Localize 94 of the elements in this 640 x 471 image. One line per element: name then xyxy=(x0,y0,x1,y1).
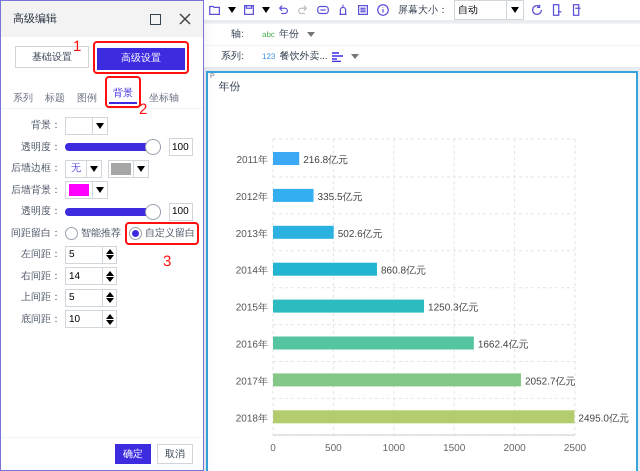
mode-button[interactable]: 高级设置 xyxy=(97,48,185,70)
cancel-button[interactable]: 取消 xyxy=(157,444,193,464)
bar xyxy=(273,226,334,239)
document-icon[interactable] xyxy=(356,3,370,17)
field-label: 透明度： xyxy=(20,140,61,155)
dropdown-value: 无 xyxy=(70,162,82,176)
axis-tick-label: 0 xyxy=(270,443,276,454)
value-label: 1662.4亿元 xyxy=(478,340,528,350)
axis-tick-label: 2500 xyxy=(564,443,586,454)
value-label: 2495.0亿元 xyxy=(578,413,629,424)
radio-option[interactable]: 智能推荐 xyxy=(65,226,121,241)
maximize-icon[interactable] xyxy=(150,14,161,24)
close-icon[interactable] xyxy=(179,13,191,25)
spin-arrows-icon[interactable] xyxy=(102,268,116,284)
slider-thumb[interactable] xyxy=(145,139,161,156)
data-type-tag: 123 xyxy=(262,50,276,62)
spin-arrows-icon[interactable] xyxy=(102,246,116,263)
field-label: 间距留白： xyxy=(10,226,61,241)
spin-arrows-icon[interactable] xyxy=(102,311,116,328)
refresh-icon[interactable] xyxy=(530,3,544,17)
category-label: 2014年 xyxy=(236,266,268,277)
field-label: 后墙边框： xyxy=(10,162,61,176)
caret-icon xyxy=(96,122,104,129)
value-label: 2052.7亿元 xyxy=(524,376,576,388)
caret-icon xyxy=(262,7,270,13)
number-spinner[interactable]: 5 xyxy=(65,288,117,307)
axis-tick-label: 1500 xyxy=(443,443,466,454)
screen-size-label: 屏幕大小： xyxy=(398,4,448,18)
value-label: 860.8亿元 xyxy=(380,266,426,277)
slider-thumb[interactable] xyxy=(145,204,161,220)
link-icon[interactable] xyxy=(316,3,330,17)
tab[interactable]: 标题 xyxy=(41,88,69,108)
caret-icon xyxy=(306,32,315,37)
tab[interactable]: 系列 xyxy=(9,88,37,108)
value-label: 1250.3亿元 xyxy=(428,302,479,314)
undo-icon[interactable] xyxy=(276,3,290,17)
category-label: 2011年 xyxy=(236,155,268,166)
color-picker[interactable] xyxy=(65,116,108,135)
value-label: 335.5亿元 xyxy=(318,192,363,203)
category-label: 2012年 xyxy=(236,192,268,203)
confirm-button[interactable]: 确定 xyxy=(115,444,151,464)
value-label: 216.8亿元 xyxy=(303,155,348,166)
axis-tick-label: 1000 xyxy=(382,443,405,454)
folder-add-icon[interactable] xyxy=(208,3,222,17)
value-label: 502.6亿元 xyxy=(338,228,383,240)
category-label: 2016年 xyxy=(236,340,268,350)
field-chip[interactable]: 123 餐饮外卖... xyxy=(262,49,359,64)
caret-icon xyxy=(511,7,519,13)
caret-icon xyxy=(90,166,98,172)
color-picker[interactable] xyxy=(65,181,108,200)
number-spinner[interactable]: 14 xyxy=(65,267,117,286)
field-label: 系列: xyxy=(220,50,244,64)
caret-icon xyxy=(96,187,104,194)
tab[interactable]: 图例 xyxy=(73,88,101,108)
border-style-dropdown[interactable]: 无 xyxy=(65,160,102,178)
data-type-tag: abc xyxy=(262,28,275,40)
field-label: 左间距： xyxy=(20,248,61,262)
number-spinner[interactable]: 5 xyxy=(65,246,117,264)
field-label: 轴: xyxy=(230,28,244,42)
field-label: 透明度： xyxy=(20,204,61,220)
save-icon[interactable] xyxy=(242,3,256,17)
category-label: 2017年 xyxy=(236,376,268,388)
screen-size-dropdown[interactable]: 自动 xyxy=(454,0,524,20)
info-icon[interactable] xyxy=(376,3,390,17)
tab[interactable]: 背景 xyxy=(109,84,137,104)
axis-tick-label: 500 xyxy=(325,443,342,454)
category-label: 2015年 xyxy=(236,302,268,314)
category-label: 2013年 xyxy=(236,228,268,240)
color-picker[interactable] xyxy=(108,160,149,178)
spin-arrows-icon[interactable] xyxy=(102,290,116,306)
field-label: 上间距： xyxy=(20,290,61,306)
opacity-field[interactable]: 100 xyxy=(169,202,193,221)
callout-number: 3 xyxy=(163,254,172,269)
caret-icon xyxy=(350,54,359,59)
category-label: 2018年 xyxy=(236,413,268,424)
radio-option[interactable]: 自定义留白 xyxy=(129,226,195,241)
field-label: 背景： xyxy=(30,118,61,134)
bar-chart-icon xyxy=(332,52,343,62)
field-chip[interactable]: abc 年份 xyxy=(262,27,315,42)
export-icon[interactable] xyxy=(550,3,564,17)
callout-number: 2 xyxy=(139,102,148,116)
caret-icon xyxy=(228,7,236,13)
field-label: 底间距： xyxy=(20,312,61,327)
field-label: 后墙背景： xyxy=(10,184,61,198)
chart-title: 年份 xyxy=(218,80,241,95)
bar xyxy=(273,152,300,165)
caret-icon xyxy=(137,166,145,172)
opacity-field[interactable]: 100 xyxy=(169,138,193,156)
bar xyxy=(273,188,314,202)
field-label: 右间距： xyxy=(20,270,61,284)
number-spinner[interactable]: 10 xyxy=(65,310,117,328)
dialog-title: 高级编辑 xyxy=(13,12,58,27)
tab[interactable]: 坐标轴 xyxy=(145,88,183,108)
axis-tick-label: 2000 xyxy=(503,443,526,454)
